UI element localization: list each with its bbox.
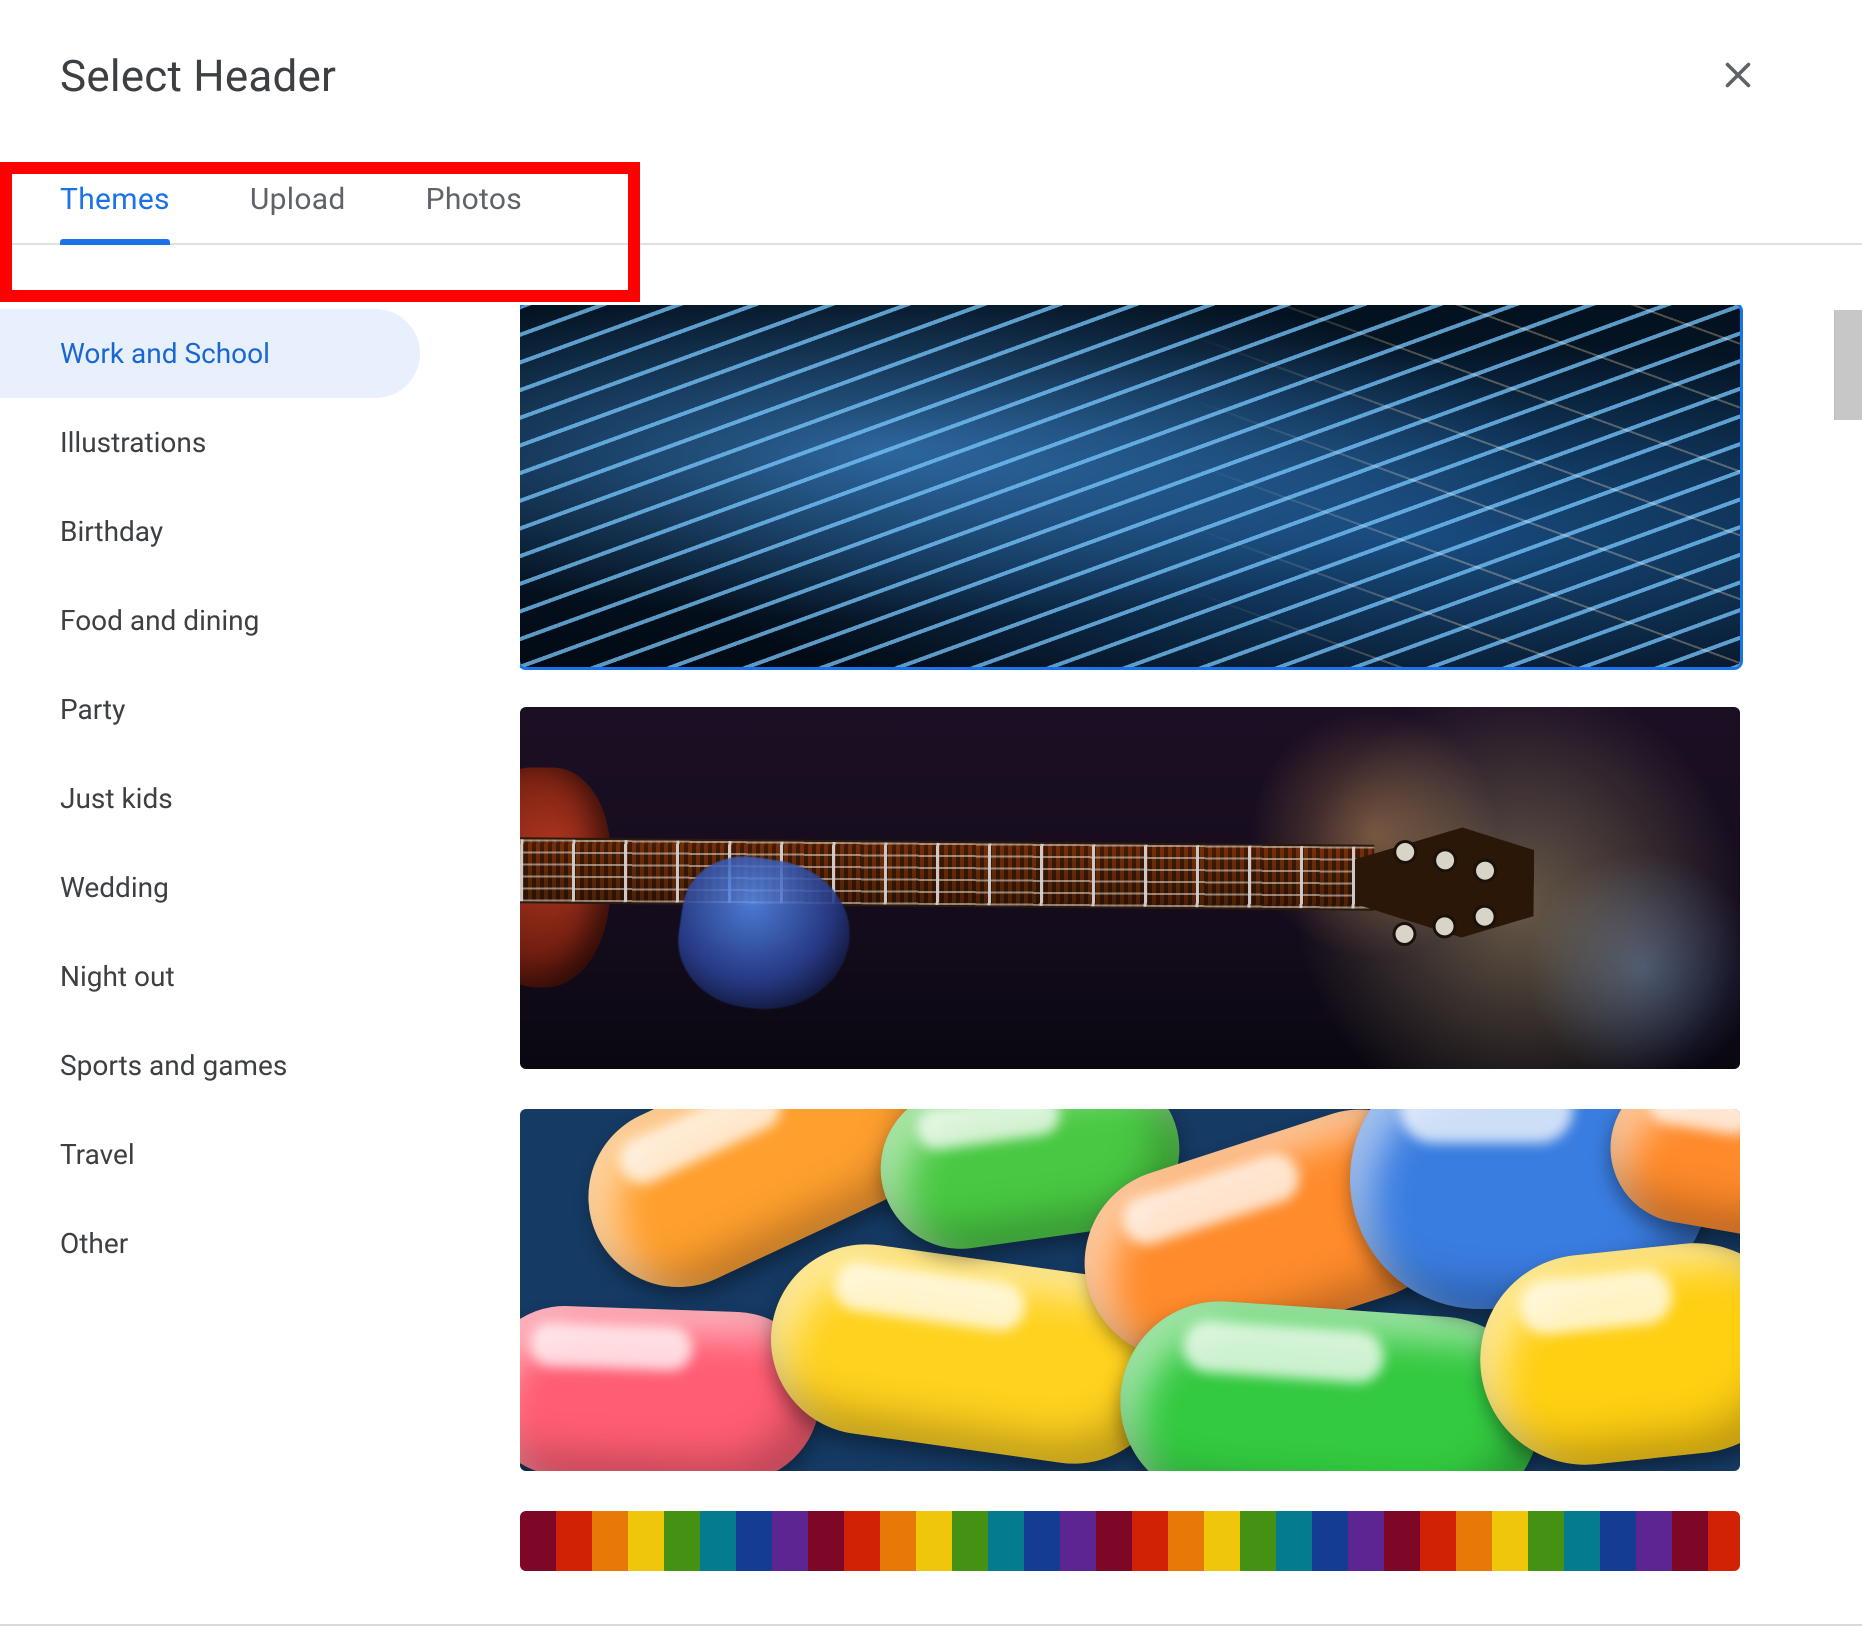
category-food-and-dining[interactable]: Food and dining bbox=[0, 576, 420, 665]
category-wedding[interactable]: Wedding bbox=[0, 843, 420, 932]
theme-thumbnail[interactable] bbox=[520, 707, 1740, 1069]
category-other[interactable]: Other bbox=[0, 1199, 420, 1288]
theme-thumbnail[interactable] bbox=[520, 1109, 1740, 1471]
category-illustrations[interactable]: Illustrations bbox=[0, 398, 420, 487]
tab-photos[interactable]: Photos bbox=[426, 182, 522, 243]
category-night-out[interactable]: Night out bbox=[0, 932, 420, 1021]
tab-themes[interactable]: Themes bbox=[60, 182, 170, 243]
dialog-body: Work and School Illustrations Birthday F… bbox=[0, 305, 1862, 1571]
category-travel[interactable]: Travel bbox=[0, 1110, 420, 1199]
category-just-kids[interactable]: Just kids bbox=[0, 754, 420, 843]
category-party[interactable]: Party bbox=[0, 665, 420, 754]
dialog-title: Select Header bbox=[60, 50, 336, 102]
close-button[interactable] bbox=[1714, 52, 1762, 100]
dialog-header: Select Header bbox=[0, 0, 1862, 102]
close-icon bbox=[1720, 57, 1756, 96]
tab-upload[interactable]: Upload bbox=[250, 182, 346, 243]
tabs: Themes Upload Photos bbox=[0, 182, 1862, 245]
category-work-and-school[interactable]: Work and School bbox=[0, 309, 420, 398]
tabs-container: Themes Upload Photos bbox=[0, 182, 1862, 245]
guitar-graphic bbox=[520, 837, 1374, 910]
scrollbar-thumb[interactable] bbox=[1834, 310, 1862, 420]
thumbnail-list bbox=[520, 305, 1862, 1571]
theme-thumbnail[interactable] bbox=[520, 1511, 1740, 1571]
category-sports-and-games[interactable]: Sports and games bbox=[0, 1021, 420, 1110]
category-birthday[interactable]: Birthday bbox=[0, 487, 420, 576]
theme-thumbnail[interactable] bbox=[520, 305, 1740, 667]
category-sidebar: Work and School Illustrations Birthday F… bbox=[0, 305, 520, 1571]
